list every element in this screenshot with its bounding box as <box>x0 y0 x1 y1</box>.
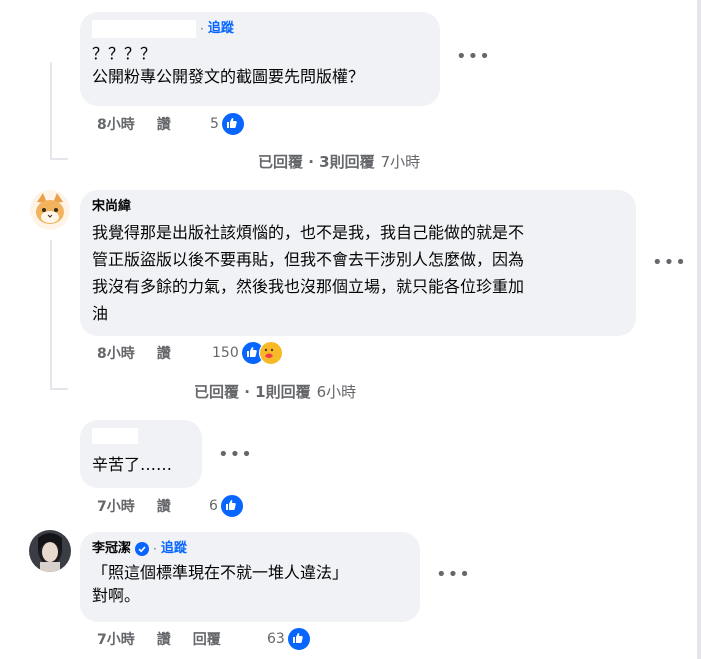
reaction-summary[interactable]: 6 <box>209 494 244 518</box>
reaction-count: 63 <box>267 631 285 647</box>
more-options-icon[interactable]: ••• <box>436 564 471 585</box>
author-name-redacted[interactable] <box>92 20 196 38</box>
follow-button[interactable]: 追蹤 <box>161 540 187 558</box>
comment-actions: 7小時 讚 回覆 <box>97 627 221 651</box>
comment-actions: 7小時 讚 <box>97 494 171 518</box>
follow-button[interactable]: 追蹤 <box>208 20 234 38</box>
comment-time[interactable]: 7小時 <box>97 496 135 516</box>
scroll-edge <box>697 0 701 659</box>
view-replies-button[interactable]: 已回覆 · 3則回覆 7小時 <box>258 150 420 172</box>
cat-avatar-icon <box>30 190 70 230</box>
reaction-count: 150 <box>212 345 239 361</box>
more-options-icon[interactable]: ••• <box>652 252 687 273</box>
comment-bubble: 宋尚緯 我覺得那是出版社該煩惱的，也不是我，我自己能做的就是不 管正版盜版以後不… <box>80 190 636 336</box>
thread-connector <box>50 388 68 390</box>
comment-time[interactable]: 8小時 <box>97 343 135 363</box>
like-button[interactable]: 讚 <box>157 343 171 363</box>
like-icon <box>286 627 311 651</box>
comment-time[interactable]: 7小時 <box>97 629 135 649</box>
thread-connector <box>50 158 68 160</box>
comment-bubble: · 追蹤 ？？？？ 公開粉專公開發文的截圖要先問版權？ <box>80 12 440 106</box>
comment-text: 辛苦了…… <box>92 455 173 474</box>
author-name[interactable]: 李冠潔 <box>92 540 131 558</box>
profile-photo <box>29 530 71 572</box>
reaction-summary[interactable]: 5 <box>210 112 245 136</box>
more-options-icon[interactable]: ••• <box>456 46 491 67</box>
comment-time[interactable]: 8小時 <box>97 114 135 134</box>
avatar[interactable] <box>30 190 70 230</box>
like-button[interactable]: 讚 <box>157 629 171 649</box>
comment-text: 「照這個標準現在不就一堆人違法」 對啊。 <box>92 563 349 605</box>
author-name-redacted[interactable] <box>92 428 138 444</box>
view-replies-button[interactable]: 已回覆 · 1則回覆 6小時 <box>194 380 356 402</box>
avatar[interactable] <box>29 530 71 572</box>
comment-bubble: 辛苦了…… <box>80 420 202 488</box>
reaction-summary[interactable]: 150 <box>212 341 283 365</box>
more-options-icon[interactable]: ••• <box>218 444 253 465</box>
like-icon <box>219 494 244 518</box>
comment-actions: 8小時 讚 <box>97 341 171 365</box>
verified-badge-icon <box>135 542 150 556</box>
like-button[interactable]: 讚 <box>157 496 171 516</box>
like-button[interactable]: 讚 <box>157 114 171 134</box>
thread-line <box>50 62 52 160</box>
like-icon <box>220 112 245 136</box>
comment-text: ？？？？ 公開粉專公開發文的截圖要先問版權？ <box>92 44 365 86</box>
comment-bubble: 李冠潔 · 追蹤 「照這個標準現在不就一堆人違法」 對啊。 <box>80 532 420 622</box>
reaction-summary[interactable]: 63 <box>267 627 311 651</box>
comment-actions: 8小時 讚 <box>97 112 171 136</box>
care-icon <box>258 341 283 365</box>
author-name[interactable]: 宋尚緯 <box>92 198 131 216</box>
reaction-count: 6 <box>209 498 218 514</box>
reply-button[interactable]: 回覆 <box>193 629 221 649</box>
comment-text: 我覺得那是出版社該煩惱的，也不是我，我自己能做的就是不 管正版盜版以後不要再貼，… <box>92 223 525 323</box>
reaction-count: 5 <box>210 116 219 132</box>
thread-line <box>50 240 52 390</box>
